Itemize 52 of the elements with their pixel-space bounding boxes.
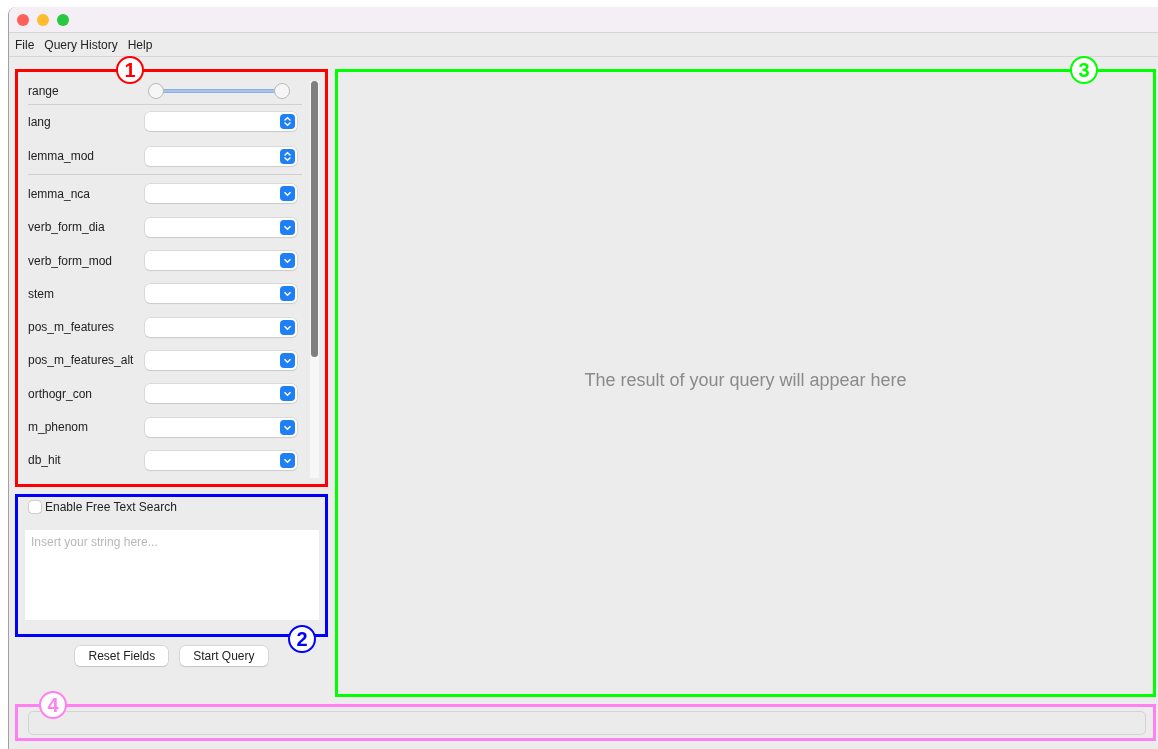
range-slider[interactable]	[148, 83, 290, 99]
dropdown-field[interactable]	[145, 284, 297, 304]
menu-item[interactable]: File	[15, 37, 35, 52]
dropdown-field[interactable]	[145, 217, 297, 237]
chevron-down-icon	[280, 419, 295, 435]
field-label: verb_form_mod	[28, 253, 114, 268]
callout-number: 2	[288, 625, 316, 653]
field-label: stem	[28, 286, 55, 301]
callout-number: 4	[39, 691, 67, 719]
dropdown-field[interactable]	[145, 251, 297, 271]
dropdown-field[interactable]	[145, 350, 297, 370]
chevron-down-icon	[280, 186, 295, 202]
chevron-down-icon	[280, 352, 295, 368]
slider-handle[interactable]	[274, 83, 290, 99]
field-label: range	[28, 84, 60, 98]
dropdown-field[interactable]	[145, 417, 297, 437]
slider-handle[interactable]	[148, 83, 164, 99]
up-down-icon	[280, 148, 295, 164]
search-text-area[interactable]: Insert your string here...	[25, 530, 319, 620]
menu-item[interactable]: Help	[127, 37, 153, 52]
scrollbar-thumb[interactable]	[311, 81, 318, 357]
field-label: verb_form_dia	[28, 220, 106, 235]
chevron-down-icon	[280, 219, 295, 235]
checkbox[interactable]	[29, 501, 41, 513]
field-label: m_phenom	[28, 420, 90, 434]
up-down-icon	[280, 114, 295, 130]
maximize-icon[interactable]	[57, 13, 69, 26]
dropdown-field[interactable]	[145, 184, 297, 204]
field-label: lemma_nca	[28, 186, 92, 201]
action-button[interactable]: Reset Fields	[75, 646, 169, 666]
menu-item[interactable]: Query History	[44, 37, 118, 52]
field-label: lang	[28, 114, 52, 129]
close-icon[interactable]	[17, 13, 29, 26]
dropdown-field[interactable]	[145, 317, 297, 337]
placeholder-message: The result of your query will appear here	[584, 369, 907, 391]
chevron-down-icon	[280, 386, 295, 402]
chevron-down-icon	[280, 253, 295, 269]
chevron-down-icon	[280, 319, 295, 335]
dropdown-field[interactable]	[145, 450, 297, 470]
field-label: db_hit	[28, 453, 62, 468]
field-label: pos_m_features	[28, 320, 116, 335]
callout-number: 1	[116, 56, 144, 84]
dropdown-field[interactable]	[145, 146, 297, 166]
chevron-down-icon	[280, 286, 295, 302]
dropdown-field[interactable]	[145, 112, 297, 132]
callout-number: 3	[1070, 56, 1098, 84]
field-label: pos_m_features_alt	[28, 353, 135, 368]
field-label: orthogr_con	[28, 386, 94, 401]
dropdown-field[interactable]	[145, 384, 297, 404]
chevron-down-icon	[280, 452, 295, 468]
action-button[interactable]: Start Query	[180, 646, 268, 666]
field-label: lemma_mod	[28, 149, 96, 164]
